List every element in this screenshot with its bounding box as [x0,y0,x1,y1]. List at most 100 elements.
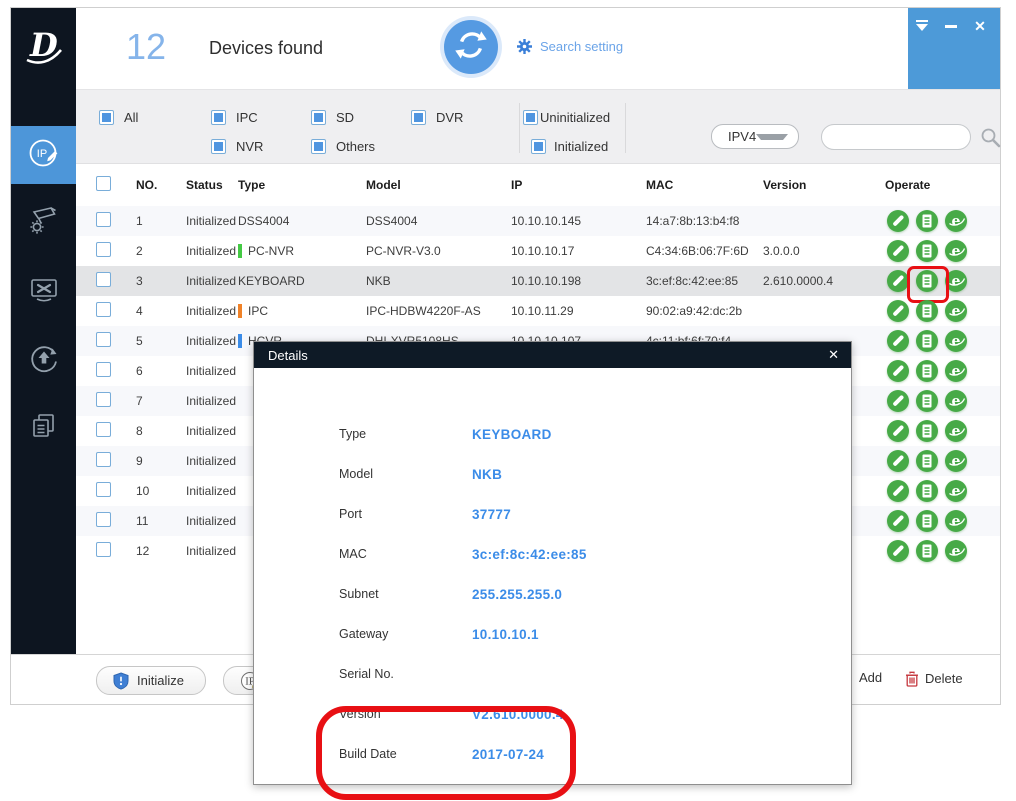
filter-sd[interactable]: SD [311,110,354,125]
checkbox-uninitialized[interactable] [523,110,538,125]
details-doc-icon[interactable] [916,270,938,292]
add-button[interactable]: Add [859,670,882,685]
edit-pencil-icon[interactable] [887,210,909,232]
details-doc-icon[interactable] [916,510,938,532]
cell-no: 2 [136,244,186,258]
details-doc-icon[interactable] [916,420,938,442]
filter-initialized[interactable]: Initialized [531,139,608,154]
checkbox-sd[interactable] [311,110,326,125]
details-doc-icon[interactable] [916,360,938,382]
col-version: Version [763,178,885,192]
web-browser-icon[interactable]: e [945,480,967,502]
filter-others[interactable]: Others [311,139,375,154]
checkbox-initialized[interactable] [531,139,546,154]
ip-version-select[interactable]: IPV4 [711,124,799,149]
web-browser-icon[interactable]: e [945,210,967,232]
collapse-window-button[interactable] [914,18,930,34]
search-input[interactable] [821,124,971,150]
web-browser-icon[interactable]: e [945,510,967,532]
details-doc-icon[interactable] [916,240,938,262]
row-checkbox[interactable] [96,482,111,497]
edit-pencil-icon[interactable] [887,480,909,502]
table-row[interactable]: 4 Initialized IPC IPC-HDBW4220F-AS 10.10… [76,296,1000,326]
edit-pencil-icon[interactable] [887,540,909,562]
details-doc-icon[interactable] [916,300,938,322]
web-browser-icon[interactable]: e [945,360,967,382]
modal-close-icon[interactable]: ✕ [828,347,839,363]
search-icon[interactable] [979,126,1003,155]
devices-found-label: Devices found [209,38,323,59]
refresh-button[interactable] [444,20,498,74]
details-doc-icon[interactable] [916,390,938,412]
details-doc-icon[interactable] [916,450,938,472]
filter-dvr[interactable]: DVR [411,110,463,125]
edit-pencil-icon[interactable] [887,300,909,322]
edit-pencil-icon[interactable] [887,510,909,532]
shield-icon [113,672,129,690]
edit-pencil-icon[interactable] [887,360,909,382]
initialize-button[interactable]: Initialize [96,666,206,695]
row-checkbox[interactable] [96,212,111,227]
cell-no: 4 [136,304,186,318]
row-checkbox[interactable] [96,242,111,257]
select-all-checkbox[interactable] [96,176,111,191]
row-checkbox[interactable] [96,362,111,377]
web-browser-icon[interactable]: e [945,420,967,442]
sidebar-item-building-config[interactable] [11,399,76,457]
web-browser-icon[interactable]: e [945,450,967,472]
table-row[interactable]: 2 Initialized PC-NVR PC-NVR-V3.0 10.10.1… [76,236,1000,266]
row-checkbox[interactable] [96,512,111,527]
web-browser-icon[interactable]: e [945,330,967,352]
edit-pencil-icon[interactable] [887,390,909,412]
web-browser-icon[interactable]: e [945,300,967,322]
svg-text:e: e [952,334,961,350]
checkbox-others[interactable] [311,139,326,154]
checkbox-all[interactable] [99,110,114,125]
row-checkbox[interactable] [96,392,111,407]
minimize-icon [945,25,957,28]
checkbox-nvr[interactable] [211,139,226,154]
cell-status: Initialized [186,214,238,228]
sidebar-item-upgrade[interactable] [11,331,76,389]
web-browser-icon[interactable]: e [945,540,967,562]
details-doc-icon[interactable] [916,210,938,232]
filter-uninitialized[interactable]: Uninitialized [523,110,610,125]
close-window-button[interactable]: ✕ [972,18,988,34]
edit-pencil-icon[interactable] [887,270,909,292]
delete-button[interactable]: Delete [904,670,963,687]
row-checkbox[interactable] [96,452,111,467]
edit-pencil-icon[interactable] [887,420,909,442]
details-doc-icon[interactable] [916,330,938,352]
edit-pencil-icon[interactable] [887,240,909,262]
web-browser-icon[interactable]: e [945,270,967,292]
table-row[interactable]: 3 Initialized KEYBOARD NKB 10.10.10.198 … [76,266,1000,296]
sidebar-item-modify-ip[interactable]: IP [11,126,76,184]
row-checkbox[interactable] [96,332,111,347]
modal-field-row: Version V2.610.0000.4 [339,694,851,734]
sidebar-item-device-config[interactable] [11,192,76,250]
checkbox-dvr[interactable] [411,110,426,125]
details-doc-icon[interactable] [916,480,938,502]
cell-no: 12 [136,544,186,558]
filter-ipc[interactable]: IPC [211,110,258,125]
row-checkbox[interactable] [96,422,111,437]
filter-nvr[interactable]: NVR [211,139,263,154]
search-setting-button[interactable]: Search setting [516,38,623,55]
edit-pencil-icon[interactable] [887,450,909,472]
checkbox-ipc[interactable] [211,110,226,125]
cell-operate: e [885,240,1000,262]
web-browser-icon[interactable]: e [945,240,967,262]
row-checkbox[interactable] [96,272,111,287]
row-checkbox[interactable] [96,542,111,557]
cell-status: Initialized [186,334,238,348]
cell-status: Initialized [186,274,238,288]
cell-operate: e [885,300,1000,322]
filter-all[interactable]: All [99,110,138,125]
edit-pencil-icon[interactable] [887,330,909,352]
minimize-button[interactable] [943,18,959,34]
sidebar-item-system-settings[interactable] [11,263,76,321]
table-row[interactable]: 1 Initialized DSS4004 DSS4004 10.10.10.1… [76,206,1000,236]
web-browser-icon[interactable]: e [945,390,967,412]
row-checkbox[interactable] [96,302,111,317]
details-doc-icon[interactable] [916,540,938,562]
